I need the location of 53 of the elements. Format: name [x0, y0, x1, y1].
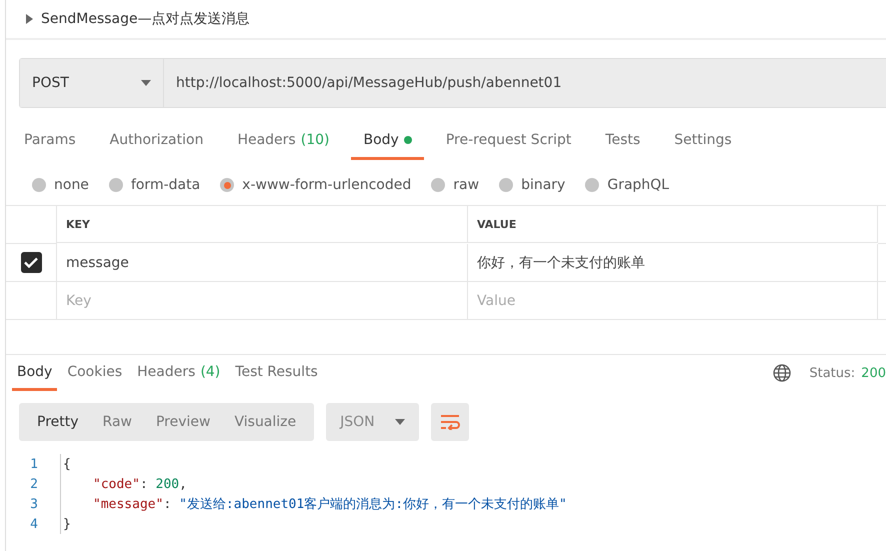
column-header: VALUE — [468, 206, 878, 243]
response-tab[interactable]: Test Results — [230, 355, 323, 391]
request-tab[interactable]: Pre-request Script — [434, 124, 584, 160]
format-dropdown[interactable]: JSON — [326, 403, 420, 441]
code-line: "message": "发送给:abennet01客户端的消息为:你好，有一个未支付的账单" — [60, 494, 567, 514]
view-mode-button[interactable]: Preview — [144, 403, 222, 441]
request-title: SendMessage—点对点发送消息 — [41, 10, 250, 28]
radio-label: none — [54, 177, 89, 193]
request-tab[interactable]: Tests — [593, 124, 652, 160]
code-line: { — [60, 454, 71, 474]
code-line: "code": 200, — [60, 474, 187, 494]
checkbox[interactable] — [20, 252, 42, 273]
response-tab[interactable]: Cookies — [62, 355, 128, 391]
check-icon — [24, 257, 38, 268]
globe-icon[interactable] — [773, 364, 792, 382]
radio-label: raw — [453, 177, 480, 193]
body-type-radio[interactable]: raw — [431, 170, 480, 200]
code-line: } — [60, 514, 71, 534]
request-tab[interactable]: Authorization — [98, 124, 216, 160]
radio-label: GraphQL — [607, 177, 670, 193]
table-cell[interactable]: 你好，有一个未支付的账单 — [468, 244, 878, 282]
line-number: 1 — [29, 456, 39, 472]
request-tab[interactable]: Settings — [662, 124, 744, 160]
radio-label: binary — [521, 177, 566, 193]
response-tab[interactable]: Body — [12, 355, 58, 391]
column-header: KEY — [57, 206, 468, 243]
url-field[interactable]: http://localhost:5000/api/MessageHub/push/abennet01 — [164, 59, 886, 107]
body-type-radio[interactable]: GraphQL — [585, 170, 670, 200]
response-tab[interactable]: Headers (4) — [132, 355, 226, 391]
request-tab[interactable]: Headers (10) — [225, 124, 342, 160]
request-tab[interactable]: Params — [12, 124, 88, 160]
view-mode-button[interactable]: Raw — [90, 403, 144, 441]
radio-label: x-www-form-urlencoded — [242, 177, 412, 193]
wrap-icon — [440, 414, 460, 430]
body-type-radio[interactable]: form-data — [108, 170, 200, 200]
wrap-lines-button[interactable] — [431, 403, 470, 441]
body-type-radio[interactable]: none — [32, 170, 89, 200]
line-number: 2 — [29, 476, 39, 492]
table-cell[interactable]: message — [57, 244, 468, 282]
view-mode-button[interactable]: Visualize — [222, 403, 308, 441]
method-dropdown[interactable]: POST — [20, 59, 164, 107]
caret-icon — [141, 80, 151, 86]
view-mode-button[interactable]: Pretty — [25, 403, 91, 441]
body-type-radio[interactable]: binary — [499, 170, 566, 200]
caret-icon — [395, 419, 406, 425]
status-label: Status: — [809, 366, 856, 380]
expand-arrow-icon[interactable] — [26, 14, 33, 24]
line-number: 3 — [29, 496, 39, 512]
request-tab[interactable]: Body — [351, 124, 424, 160]
body-type-radio[interactable]: x-www-form-urlencoded — [220, 170, 412, 200]
radio-label: form-data — [130, 177, 200, 193]
line-number: 4 — [29, 516, 39, 532]
status-code: 200 — [861, 366, 886, 380]
